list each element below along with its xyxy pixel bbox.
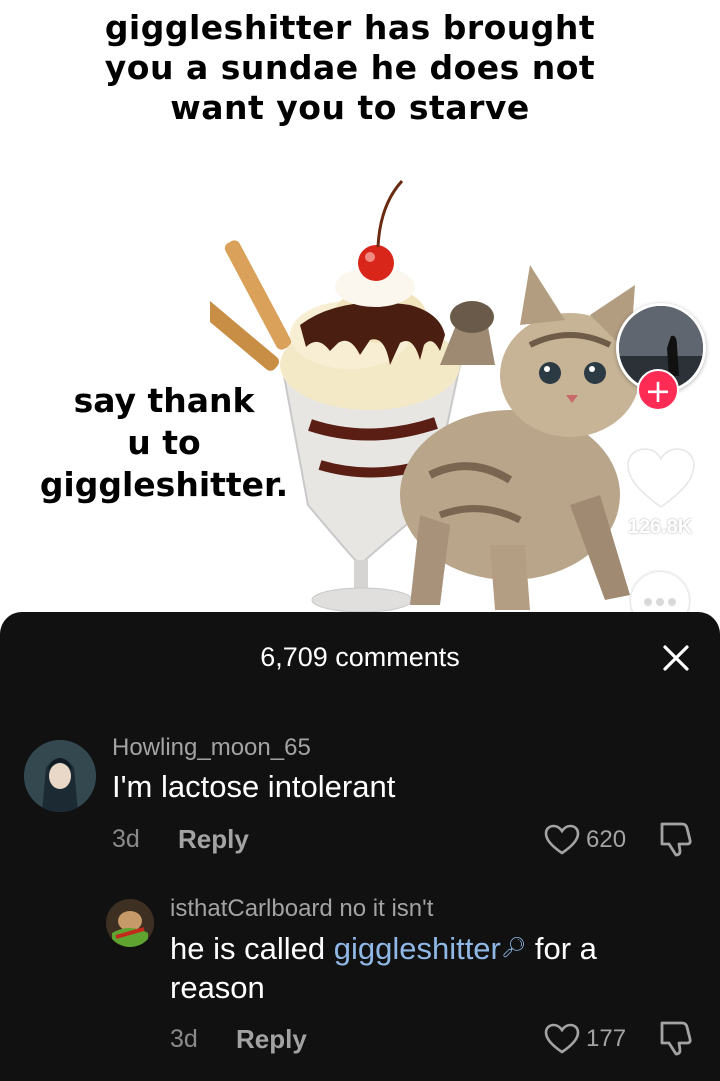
dot [656, 598, 664, 606]
comment-username[interactable]: Howling_moon_65 [112, 734, 311, 762]
reply-context: no it isn't [332, 895, 434, 922]
dot [668, 598, 676, 606]
comment-age: 3d [112, 825, 140, 853]
comment-username-line: isthatCarlboard no it isn't [170, 895, 433, 923]
avatar-image [24, 740, 96, 812]
like-count: 177 [586, 1025, 627, 1052]
video-top-caption: giggleshitter has brought you a sundae h… [104, 8, 596, 127]
comment-text-start: he is called [170, 931, 334, 966]
avatar-image [106, 899, 154, 947]
heart-icon[interactable] [544, 1023, 580, 1055]
search-link[interactable]: giggleshitter [334, 931, 501, 966]
reply-button[interactable]: Reply [178, 824, 249, 855]
search-icon[interactable]: 🔎︎ [501, 937, 526, 959]
heart-icon[interactable] [626, 447, 696, 511]
follow-button[interactable]: + [637, 369, 679, 411]
kitten-image [400, 265, 640, 610]
comment-username[interactable]: isthatCarlboard [170, 895, 333, 922]
heart-icon[interactable] [544, 824, 580, 856]
plus-icon: + [644, 372, 672, 410]
avatar[interactable] [24, 740, 96, 812]
dislike-icon[interactable] [658, 820, 694, 858]
dot [644, 598, 652, 606]
comment-age: 3d [170, 1025, 198, 1053]
dislike-icon[interactable] [658, 1019, 694, 1057]
comments-sheet: 6,709 comments Howling_moon_65 I'm lacto… [0, 612, 720, 1081]
comments-title: 6,709 comments [260, 642, 460, 672]
comment-text: he is called giggleshitter🔎︎ for a reaso… [170, 929, 670, 1007]
like-count: 126.8K [627, 516, 693, 538]
comment-text: I'm lactose intolerant [112, 769, 396, 804]
like-count: 620 [586, 826, 627, 853]
reply-button[interactable]: Reply [236, 1024, 307, 1055]
avatar[interactable] [106, 899, 154, 947]
close-icon[interactable] [660, 642, 692, 674]
video-frame[interactable]: giggleshitter has brought you a sundae h… [0, 0, 720, 640]
